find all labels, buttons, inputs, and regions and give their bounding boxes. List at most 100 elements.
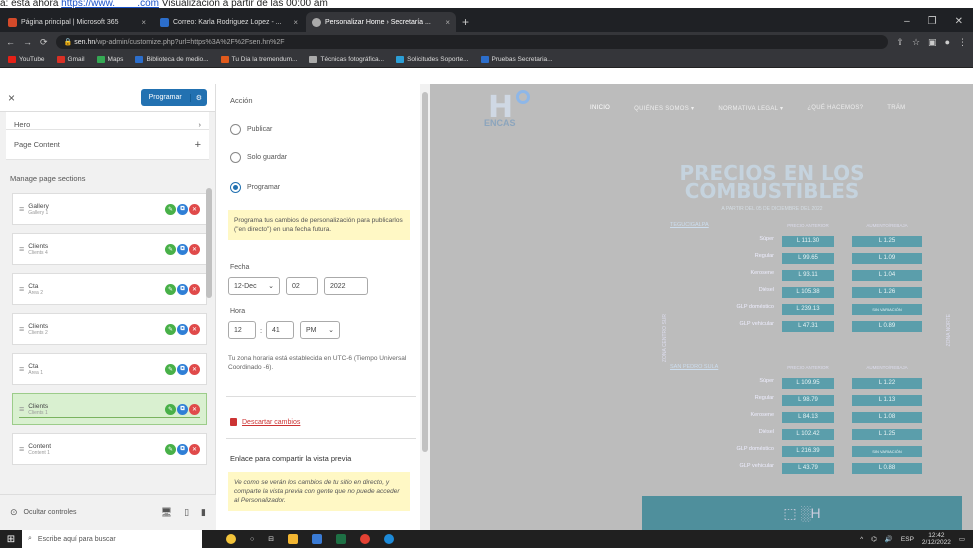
section-item[interactable]: ≡ Gallery Gallery 1 ✎ ⧉ ✕	[12, 193, 207, 225]
url-input[interactable]: 🔒 sen.hn/wp-admin/customize.php?url=http…	[55, 35, 889, 49]
radio-schedule[interactable]: Programar	[230, 182, 280, 193]
radio-save-only[interactable]: Solo guardar	[230, 152, 287, 163]
caption-link[interactable]: https://www.____.com	[61, 0, 159, 8]
forward-icon[interactable]: →	[23, 37, 32, 47]
language-indicator[interactable]: ESP	[901, 536, 914, 543]
nav-item-quienes[interactable]: QUIÉNES SOMOS ▾	[634, 105, 694, 112]
discard-changes-link[interactable]: Descartar cambios	[230, 418, 300, 426]
store-icon[interactable]	[312, 534, 323, 544]
edit-icon[interactable]: ✎	[165, 443, 176, 455]
new-tab-button[interactable]: +	[456, 15, 475, 32]
network-icon[interactable]: ⌬	[871, 535, 877, 543]
close-tab-icon[interactable]: ×	[141, 18, 146, 27]
bookmark-tecnicas[interactable]: Técnicas fotográfica...	[309, 55, 384, 63]
weather-icon[interactable]	[226, 534, 236, 544]
share-icon[interactable]: ⇪	[896, 37, 904, 48]
back-icon[interactable]: ←	[6, 37, 15, 47]
gear-icon[interactable]: ⚙	[189, 93, 207, 102]
duplicate-icon[interactable]: ⧉	[177, 203, 188, 215]
browser-tab[interactable]: Correo: Karla Rodriguez Lopez - ... ×	[154, 12, 304, 32]
day-input[interactable]: 02	[286, 277, 318, 295]
delete-icon[interactable]: ✕	[189, 323, 200, 335]
tray-chevron-icon[interactable]: ^	[860, 536, 863, 543]
year-input[interactable]: 2022	[324, 277, 368, 295]
month-select[interactable]: 12-Dec ⌄	[228, 277, 280, 295]
edit-icon[interactable]: ✎	[165, 283, 176, 295]
maximize-icon[interactable]: ❐	[928, 16, 937, 27]
schedule-button[interactable]: Programar ⚙	[140, 89, 207, 106]
delete-icon[interactable]: ✕	[189, 363, 200, 375]
edit-icon[interactable]: ✎	[165, 403, 176, 415]
ampm-select[interactable]: PM ⌄	[300, 321, 340, 339]
delete-icon[interactable]: ✕	[189, 203, 200, 215]
minute-input[interactable]: 41	[266, 321, 294, 339]
delete-icon[interactable]: ✕	[189, 243, 200, 255]
browser-tab-active[interactable]: Personalizar Home › Secretaría ... ×	[306, 12, 456, 32]
edit-icon[interactable]: ✎	[165, 203, 176, 215]
close-tab-icon[interactable]: ×	[445, 18, 450, 27]
profile-icon[interactable]: ●	[945, 37, 950, 47]
drag-handle-icon[interactable]: ≡	[19, 444, 24, 454]
explorer-icon[interactable]	[288, 534, 299, 544]
bookmark-soporte[interactable]: Solicitudes Soporte...	[396, 55, 469, 63]
windows-start-icon[interactable]: ⊞	[0, 534, 22, 545]
reload-icon[interactable]: ⟳	[40, 37, 48, 48]
section-item-selected[interactable]: ≡ Clients Clients 1 ✎ ⧉ ✕	[12, 393, 207, 425]
hide-controls-button[interactable]: Ocultar controles	[24, 509, 77, 516]
bookmark-gmail[interactable]: Gmail	[56, 55, 85, 63]
clock[interactable]: 12:42 2/12/2022	[922, 532, 951, 546]
nav-item-tramites[interactable]: TRÁM	[887, 105, 905, 111]
duplicate-icon[interactable]: ⧉	[177, 243, 188, 255]
bookmark-pruebas[interactable]: Pruebas Secretaria...	[480, 55, 553, 63]
drag-handle-icon[interactable]: ≡	[19, 244, 24, 254]
tablet-preview-icon[interactable]: ▯	[184, 507, 189, 518]
excel-icon[interactable]	[336, 534, 347, 544]
bookmark-youtube[interactable]: YouTube	[8, 55, 45, 63]
duplicate-icon[interactable]: ⧉	[177, 323, 188, 335]
edge-icon[interactable]	[384, 534, 395, 544]
section-item[interactable]: ≡ Clients Clients 2 ✎ ⧉ ✕	[12, 313, 207, 345]
drag-handle-icon[interactable]: ≡	[19, 364, 24, 374]
mobile-preview-icon[interactable]: ▮	[201, 507, 206, 518]
duplicate-icon[interactable]: ⧉	[177, 443, 188, 455]
hide-controls-icon[interactable]: ⊙	[10, 507, 18, 518]
radio-publish[interactable]: Publicar	[230, 124, 272, 135]
chrome-icon[interactable]	[360, 534, 371, 544]
section-item[interactable]: ≡ Cta Area 2 ✎ ⧉ ✕	[12, 273, 207, 305]
drag-handle-icon[interactable]: ≡	[19, 204, 24, 214]
drag-handle-icon[interactable]: ≡	[19, 284, 24, 294]
widgets-icon[interactable]: ⊟	[268, 535, 274, 543]
menu-icon[interactable]: ⋮	[958, 37, 967, 48]
duplicate-icon[interactable]: ⧉	[177, 363, 188, 375]
close-window-icon[interactable]: ✕	[955, 16, 963, 27]
sections-scrollbar[interactable]	[206, 188, 212, 298]
desktop-preview-icon[interactable]: 🖥	[161, 507, 172, 518]
drag-handle-icon[interactable]: ≡	[19, 404, 24, 414]
delete-icon[interactable]: ✕	[189, 283, 200, 295]
nav-item-inicio[interactable]: INICIO	[590, 105, 610, 111]
taskbar-search[interactable]: ⌕ Escribe aquí para buscar	[22, 530, 202, 548]
minimize-icon[interactable]: –	[904, 16, 910, 27]
section-item[interactable]: ≡ Cta Area 1 ✎ ⧉ ✕	[12, 353, 207, 385]
bookmark-tudia[interactable]: Tu Dia la tremendum...	[220, 55, 297, 63]
section-item[interactable]: ≡ Content Content 1 ✎ ⧉ ✕	[12, 433, 207, 465]
bookmark-biblioteca[interactable]: Biblioteca de medio...	[135, 55, 209, 63]
hour-input[interactable]: 12	[228, 321, 256, 339]
close-tab-icon[interactable]: ×	[293, 18, 298, 27]
menu-item-page-content[interactable]: Page Content +	[6, 130, 209, 160]
duplicate-icon[interactable]: ⧉	[177, 283, 188, 295]
browser-tab[interactable]: Página principal | Microsoft 365 ×	[2, 12, 152, 32]
star-icon[interactable]: ☆	[912, 37, 920, 48]
settings-scrollbar[interactable]	[420, 84, 430, 530]
edit-icon[interactable]: ✎	[165, 323, 176, 335]
duplicate-icon[interactable]: ⧉	[177, 403, 188, 415]
delete-icon[interactable]: ✕	[189, 403, 200, 415]
nav-item-normativa[interactable]: NORMATIVA LEGAL ▾	[718, 105, 783, 112]
delete-icon[interactable]: ✕	[189, 443, 200, 455]
menu-item-hero[interactable]: Hero ›	[6, 112, 209, 130]
drag-handle-icon[interactable]: ≡	[19, 324, 24, 334]
volume-icon[interactable]: 🔊	[885, 535, 893, 543]
bookmark-maps[interactable]: Maps	[96, 55, 123, 63]
nav-item-que-hacemos[interactable]: ¿QUÉ HACEMOS?	[807, 105, 863, 111]
edit-icon[interactable]: ✎	[165, 363, 176, 375]
